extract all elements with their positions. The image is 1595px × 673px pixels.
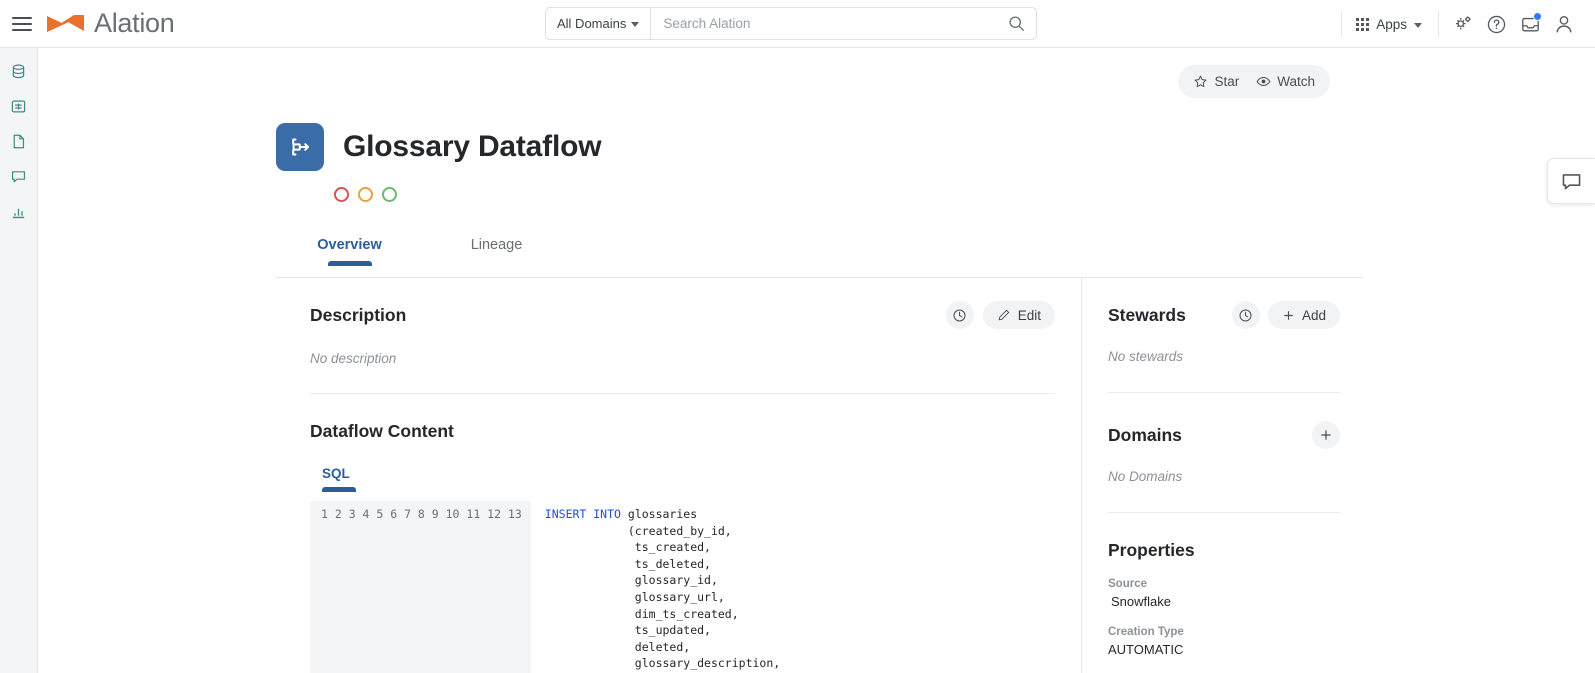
sidebar-item-conversations[interactable]: [4, 162, 34, 190]
domains-title: Domains: [1108, 424, 1182, 445]
star-label: Star: [1214, 74, 1240, 89]
tab-overview[interactable]: Overview: [276, 237, 423, 266]
flag-endorsement-green[interactable]: [382, 187, 397, 202]
clock-history-icon: [953, 308, 966, 322]
page-header: Glossary Dataflow: [276, 123, 602, 202]
watch-button[interactable]: Watch: [1256, 74, 1315, 89]
section-divider: [310, 393, 1055, 394]
main-content-area: Star Watch Glossary Dataflow Overview Li…: [38, 48, 1595, 673]
edit-label: Edit: [1017, 307, 1041, 323]
page-title: Glossary Dataflow: [343, 130, 602, 163]
apps-menu-button[interactable]: Apps: [1341, 11, 1436, 37]
user-avatar-icon[interactable]: [1547, 7, 1581, 41]
description-empty-text: No description: [310, 351, 397, 366]
star-icon: [1195, 75, 1207, 88]
plus-icon: [1321, 430, 1331, 440]
stewards-title: Stewards: [1108, 304, 1186, 325]
properties-list: SourceSnowflakeCreation TypeAUTOMATICExt…: [1108, 578, 1340, 673]
domains-section-header: Domains: [1108, 421, 1340, 449]
sidebar-item-sources[interactable]: [4, 57, 34, 85]
code-line-numbers: 1 2 3 4 5 6 7 8 9 10 11 12 13: [310, 501, 531, 673]
code-line: ts_deleted,: [544, 556, 711, 571]
stewards-empty-text: No stewards: [1108, 349, 1184, 364]
code-line: INSERT INTO glossaries: [544, 507, 698, 521]
chat-bubble-icon[interactable]: [1547, 158, 1595, 204]
inbox-notification-badge: [1533, 12, 1542, 21]
property-value: Snowflake: [1111, 594, 1171, 609]
divider: [1438, 11, 1439, 37]
code-line: glossary_id,: [544, 573, 718, 588]
property-value: AUTOMATIC: [1108, 642, 1184, 657]
stewards-history-button[interactable]: [1231, 301, 1260, 329]
tab-lineage[interactable]: Lineage: [423, 237, 570, 266]
code-line: dim_ts_created,: [544, 606, 739, 621]
grid-apps-icon: [1356, 17, 1370, 31]
code-line: (created_by_id,: [544, 523, 732, 538]
code-line: glossary_description,: [544, 656, 781, 671]
domains-add-button[interactable]: [1312, 421, 1340, 449]
property-label: Source: [1108, 578, 1147, 590]
sidebar-item-analytics[interactable]: [4, 197, 34, 225]
global-search-bar: All Domains: [545, 7, 1037, 40]
domain-filter-label: All Domains: [557, 16, 627, 31]
question-circle-icon[interactable]: [1479, 7, 1513, 41]
chevron-down-icon: [1414, 22, 1422, 28]
domain-filter-dropdown[interactable]: All Domains: [546, 8, 652, 39]
stewards-section-header: Stewards Add: [1108, 301, 1340, 329]
alation-logo-text: Alation: [94, 8, 175, 38]
star-button[interactable]: Star: [1193, 74, 1239, 89]
dataflow-content-title: Dataflow Content: [310, 421, 454, 441]
chevron-down-icon: [631, 22, 640, 27]
alation-logo[interactable]: Alation: [44, 8, 175, 39]
panel-divider: [1081, 278, 1082, 673]
property-label: Creation Type: [1108, 626, 1184, 638]
inbox-icon[interactable]: [1513, 7, 1547, 41]
tabs-divider: [276, 277, 1363, 278]
code-content[interactable]: INSERT INTO glossaries (created_by_id, t…: [531, 501, 780, 673]
tab-sql[interactable]: SQL: [322, 466, 356, 492]
search-input[interactable]: [651, 8, 996, 39]
code-line: ts_updated,: [544, 623, 711, 638]
code-line: glossary_url,: [544, 589, 725, 604]
stewards-add-button[interactable]: Add: [1267, 301, 1340, 329]
side-divider: [1108, 392, 1340, 393]
watch-label: Watch: [1277, 74, 1315, 89]
description-section-header: Description Edit: [310, 301, 1055, 329]
apps-label: Apps: [1376, 16, 1407, 32]
top-navigation-bar: Alation All Domains Apps: [0, 0, 1595, 48]
sidebar-item-documents[interactable]: [4, 127, 34, 155]
domains-empty-text: No Domains: [1108, 469, 1183, 484]
dataflow-content-tabs: SQL: [322, 466, 1055, 492]
gear-icon[interactable]: [1445, 7, 1479, 41]
flag-caution-amber[interactable]: [358, 187, 373, 202]
dataflow-icon: [276, 123, 324, 171]
alation-logo-mark: [47, 14, 84, 32]
description-edit-button[interactable]: Edit: [982, 301, 1055, 329]
top-bar-actions: Apps: [1341, 0, 1581, 48]
description-history-button[interactable]: [945, 301, 974, 329]
search-icon[interactable]: [996, 8, 1036, 39]
hamburger-menu-icon[interactable]: [12, 16, 32, 31]
add-label: Add: [1301, 307, 1326, 323]
code-line: deleted,: [544, 639, 691, 654]
star-watch-group: Star Watch: [1178, 65, 1330, 98]
eye-icon: [1256, 77, 1271, 86]
clock-history-icon: [1239, 308, 1252, 322]
alation-app-window: Alation All Domains Apps: [0, 0, 1595, 673]
description-title: Description: [310, 304, 407, 325]
object-tabs: Overview Lineage: [276, 237, 570, 266]
sql-code-block: 1 2 3 4 5 6 7 8 9 10 11 12 13 INSERT INT…: [310, 501, 1055, 673]
overview-main-column: Description Edit No description Dataflow…: [310, 301, 1055, 673]
side-divider: [1108, 512, 1340, 513]
flag-warning-red[interactable]: [334, 187, 349, 202]
overview-side-column: Stewards Add No stewards Domains No Doma…: [1108, 301, 1340, 673]
plus-icon: [1284, 310, 1293, 320]
code-line: ts_created,: [544, 540, 711, 555]
left-navigation-rail: [0, 48, 38, 673]
properties-title: Properties: [1108, 540, 1195, 560]
pencil-icon: [998, 309, 1009, 321]
trust-flags-group: [334, 187, 601, 202]
sidebar-item-tables[interactable]: [4, 92, 34, 120]
sql-keyword: INSERT INTO: [544, 507, 621, 521]
